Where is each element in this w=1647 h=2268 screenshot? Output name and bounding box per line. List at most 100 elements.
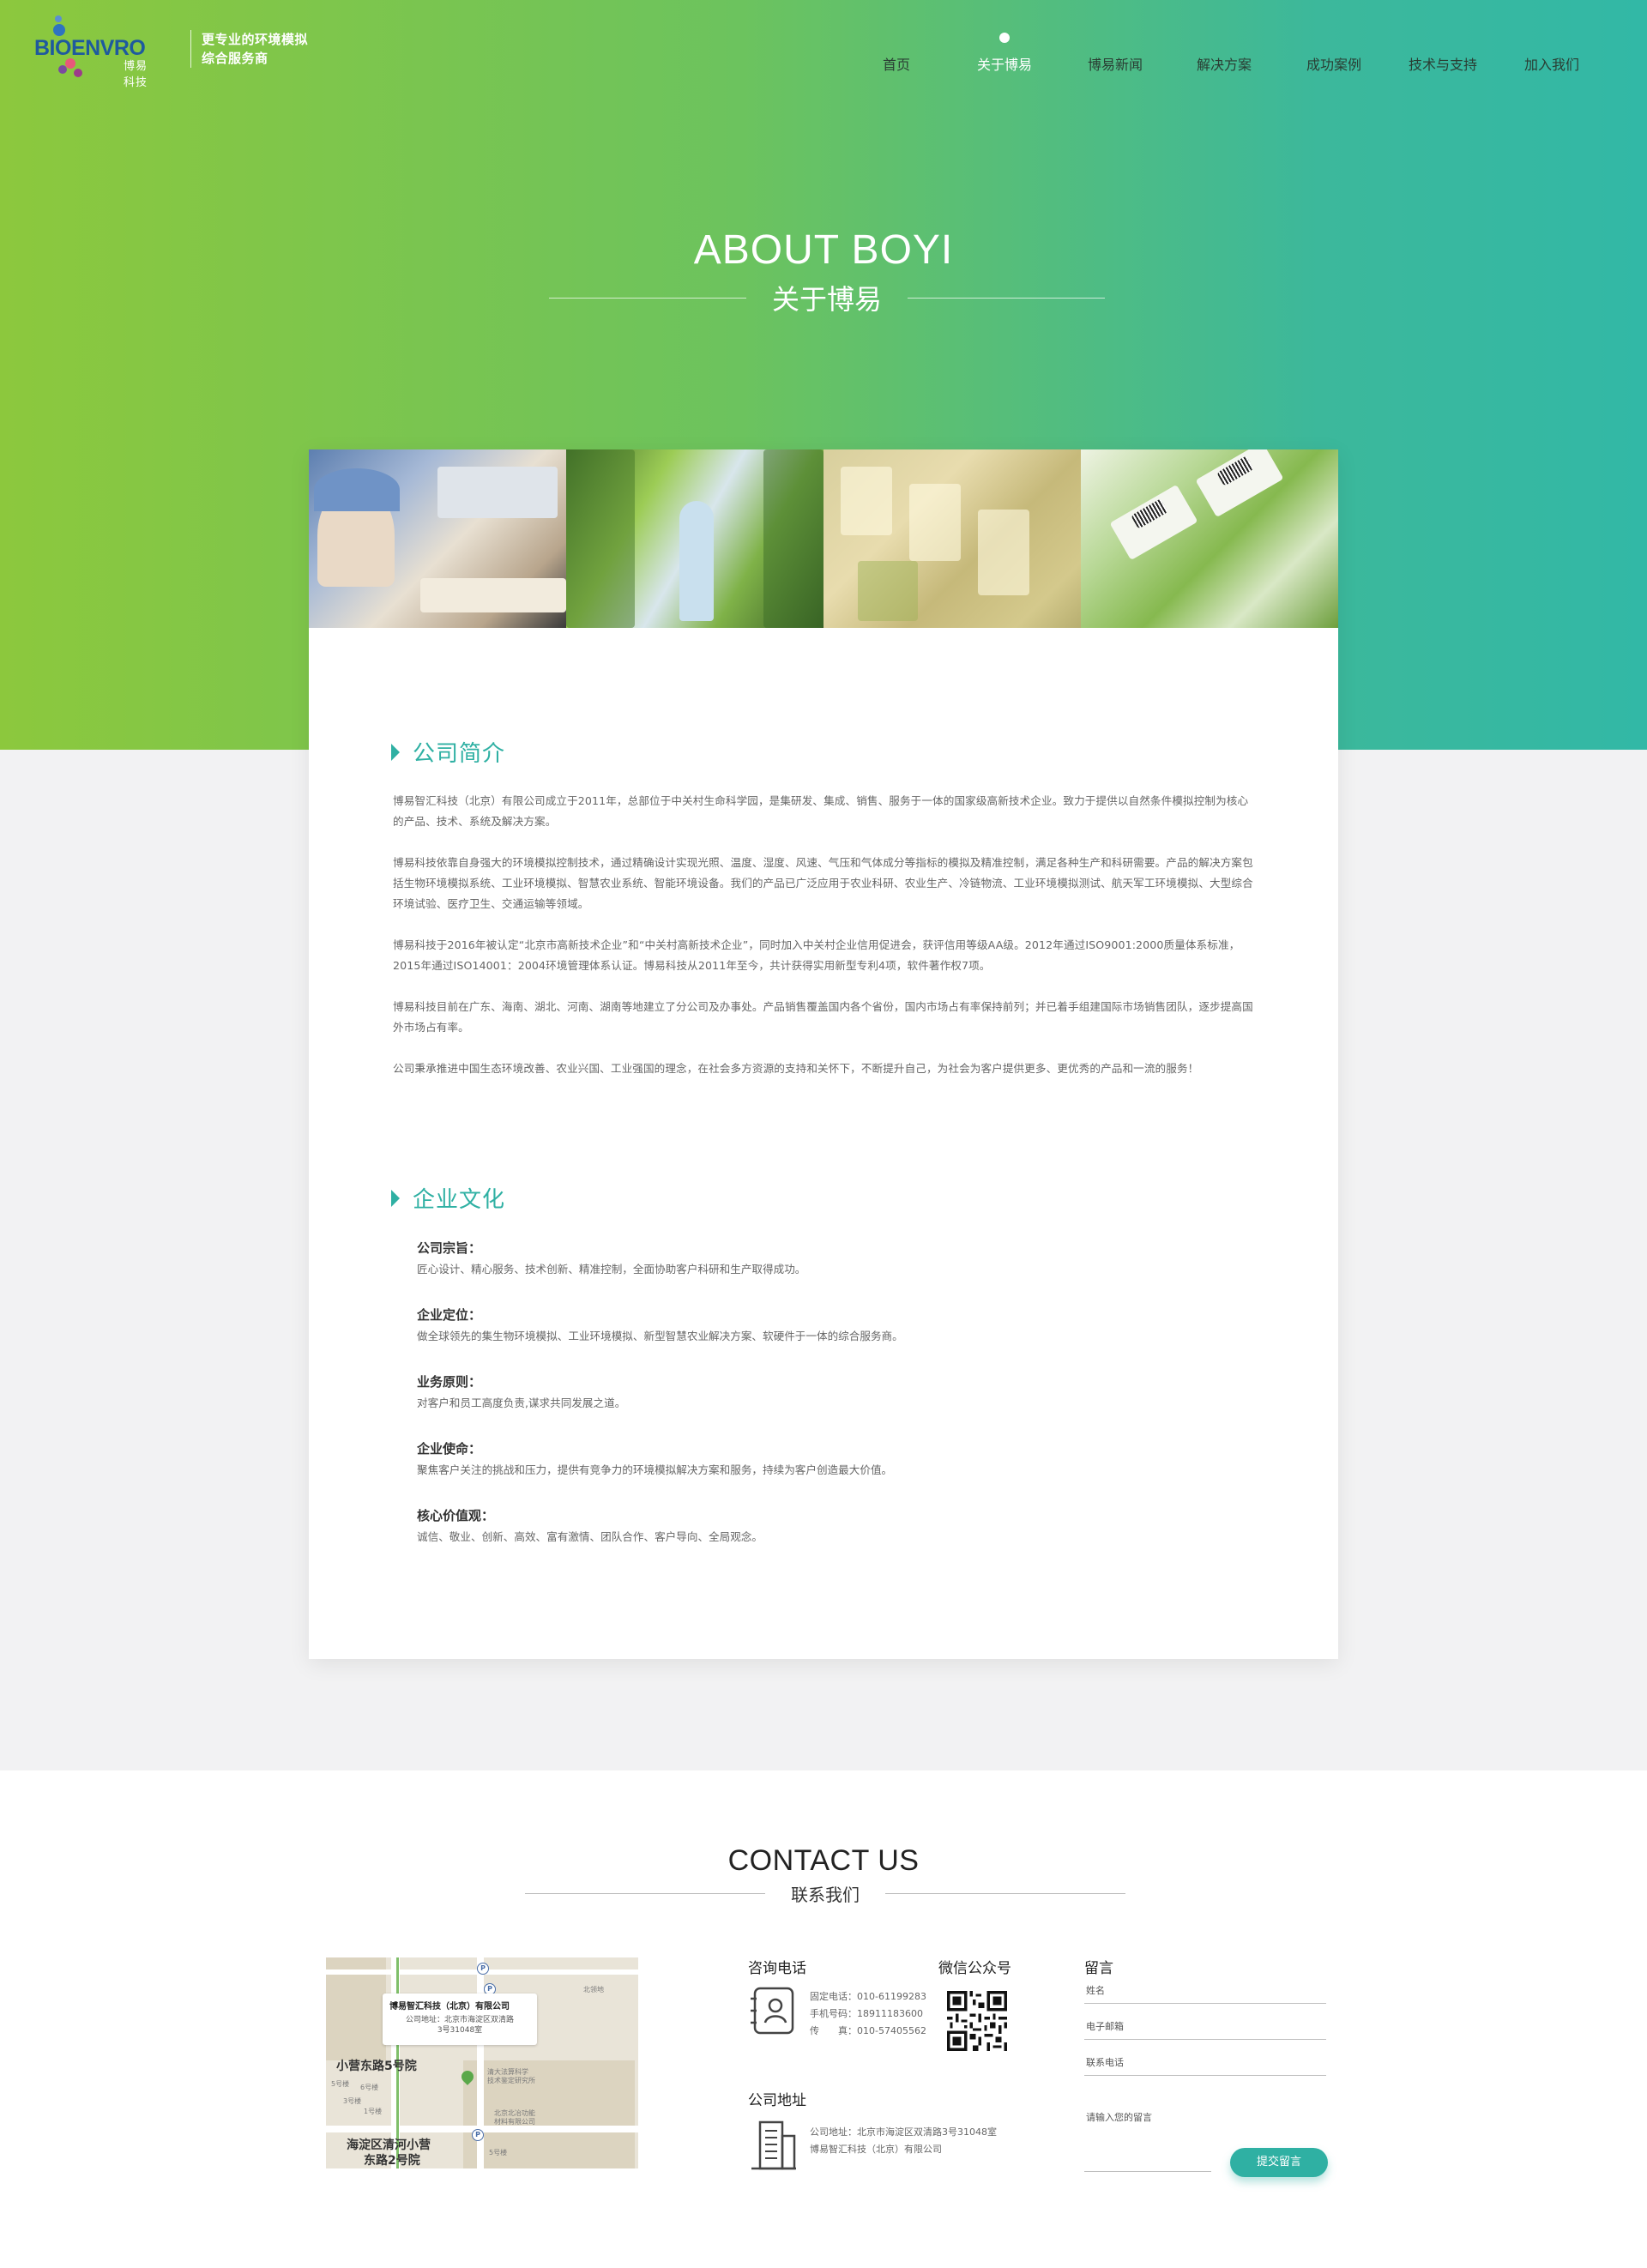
map-popup-address: 3号31048室 xyxy=(437,2026,483,2035)
nav-item-solutions[interactable]: 解决方案 xyxy=(1197,53,1252,74)
wechat-title: 微信公众号 xyxy=(938,1960,1011,1977)
culture-item-title: 核心价值观： xyxy=(417,1508,495,1523)
about-content-card: 公司简介 博易智汇科技（北京）有限公司成立于2011年，总部位于中关村生命科学园… xyxy=(309,449,1338,1659)
intro-paragraph: 博易科技依靠自身强大的环境模拟控制技术，通过精确设计实现光照、温度、湿度、风速、… xyxy=(393,856,1253,910)
field-label: 联系电话 xyxy=(1086,2057,1124,2068)
page-subtitle: 关于博易 xyxy=(772,283,883,316)
culture-item: 企业定位： 做全球领先的集生物环境模拟、工业环境模拟、新型智慧农业解决方案、软硬… xyxy=(417,1306,1223,1345)
contact-section: CONTACT US 联系我们 P P P 北领地 博易智汇科技（北京）有限公司… xyxy=(0,1770,1647,2268)
greenhouse-photo xyxy=(566,449,824,628)
email-field[interactable]: 电子邮箱 xyxy=(1084,2004,1326,2040)
parking-icon: P xyxy=(472,2129,484,2141)
mobile-number: 手机号码：18911183600 xyxy=(810,2008,923,2019)
name-field[interactable]: 姓名 xyxy=(1084,1968,1326,2004)
map-popup: 博易智汇科技（北京）有限公司 公司地址：北京市海淀区双清路 3号31048室 xyxy=(383,1994,537,2045)
nav-item-join[interactable]: 加入我们 xyxy=(1524,53,1579,74)
address-title: 公司地址 xyxy=(748,2092,806,2109)
culture-item-text: 诚信、敬业、创新、高效、富有激情、团队合作、客户导向、全局观念。 xyxy=(417,1530,763,1543)
submit-message-button[interactable]: 提交留言 xyxy=(1230,2148,1328,2177)
tissue-culture-photo xyxy=(824,449,1081,628)
nav-item-support[interactable]: 技术与支持 xyxy=(1409,53,1477,74)
map-building-label: 6号楼 xyxy=(360,2084,379,2091)
divider-line xyxy=(908,297,1106,299)
field-label: 请输入您的留言 xyxy=(1086,2112,1152,2123)
building-icon xyxy=(751,2120,796,2170)
culture-heading: 企业文化 xyxy=(391,1182,505,1214)
culture-item-text: 对客户和员工高度负责,谋求共同发展之道。 xyxy=(417,1396,626,1409)
page-subtitle-row: 关于博易 xyxy=(549,276,1106,319)
nav-item-about[interactable]: 关于博易 xyxy=(977,33,1033,74)
culture-item-title: 业务原则： xyxy=(417,1374,482,1390)
map-area-label: 海淀区清河小营 xyxy=(347,2138,431,2152)
section-title: 公司简介 xyxy=(413,741,506,767)
contact-subtitle: 联系我们 xyxy=(791,1884,860,1905)
nav-item-label: 关于博易 xyxy=(977,57,1033,73)
logo-dot-icon xyxy=(55,15,62,22)
intro-paragraph: 公司秉承推进中国生态环境改善、农业兴国、工业强国的理念，在社会多方资源的支持和关… xyxy=(393,1062,1199,1075)
sample-bottles-photo xyxy=(1081,449,1338,628)
address-line: 公司地址：北京市海淀区双清路3号31048室 xyxy=(810,2126,997,2138)
wechat-qr-code-icon xyxy=(947,1990,1007,2052)
map-popup-address: 公司地址：北京市海淀区双清路 xyxy=(405,2016,514,2024)
phone-title: 咨询电话 xyxy=(748,1960,806,1977)
parking-icon: P xyxy=(477,1963,489,1975)
intro-paragraph: 博易智汇科技（北京）有限公司成立于2011年，总部位于中关村生命科学园，是集研发… xyxy=(393,794,1249,828)
nav-item-home[interactable]: 首页 xyxy=(883,53,910,74)
culture-item-text: 匠心设计、精心服务、技术创新、精准控制，全面协助客户科研和生产取得成功。 xyxy=(417,1263,806,1276)
active-indicator-icon xyxy=(999,33,1010,43)
slogan-line: 更专业的环境模拟 xyxy=(202,32,309,47)
field-label: 姓名 xyxy=(1086,1985,1105,1996)
divider-line xyxy=(525,1892,765,1894)
map-poi-label: 北领地 xyxy=(583,1986,604,1994)
caret-right-icon xyxy=(391,743,400,761)
divider-line xyxy=(885,1892,1125,1894)
map-building-label: 3号楼 xyxy=(343,2097,362,2105)
map-area-label: 东路2号院 xyxy=(364,2154,420,2168)
map-building-label: 5号楼 xyxy=(489,2149,508,2156)
culture-item-text: 做全球领先的集生物环境模拟、工业环境模拟、新型智慧农业解决方案、软硬件于一体的综… xyxy=(417,1330,903,1342)
intro-heading: 公司简介 xyxy=(391,736,505,768)
map-building-label: 1号楼 xyxy=(364,2108,383,2115)
culture-item-text: 聚焦客户关注的挑战和压力，提供有竞争力的环境模拟解决方案和服务，持续为客户创造最… xyxy=(417,1463,893,1476)
nav-item-news[interactable]: 博易新闻 xyxy=(1088,53,1143,74)
culture-item-title: 企业使命： xyxy=(417,1441,482,1457)
photo-strip xyxy=(309,449,1338,628)
contact-card-icon xyxy=(751,1987,794,2035)
map-poi-label: 材料有限公司 xyxy=(494,2118,535,2126)
main-nav: 首页 关于博易 博易新闻 解决方案 成功案例 技术与支持 加入我们 xyxy=(0,33,1647,79)
section-title: 企业文化 xyxy=(413,1187,506,1213)
phone-info: 固定电话：010-61199283 手机号码：18911183600 传 真：0… xyxy=(810,1988,926,2040)
address-info: 公司地址：北京市海淀区双清路3号31048室 博易智汇科技（北京）有限公司 xyxy=(810,2124,997,2158)
contact-subtitle-row: 联系我们 xyxy=(525,1880,1125,1906)
culture-item: 业务原则： 对客户和员工高度负责,谋求共同发展之道。 xyxy=(417,1372,1223,1412)
map-building-label: 5号楼 xyxy=(331,2080,350,2088)
location-map[interactable]: P P P 北领地 博易智汇科技（北京）有限公司 公司地址：北京市海淀区双清路 … xyxy=(326,1957,638,2168)
map-popup-title: 博易智汇科技（北京）有限公司 xyxy=(389,2002,510,2012)
map-area-label: 小营东路5号院 xyxy=(336,2060,417,2073)
field-label: 电子邮箱 xyxy=(1086,2021,1124,2032)
page-title: ABOUT BOYI xyxy=(693,227,954,273)
culture-item-title: 公司宗旨： xyxy=(417,1240,482,1256)
divider-line xyxy=(549,297,746,299)
company-intro: 博易智汇科技（北京）有限公司成立于2011年，总部位于中关村生命科学园，是集研发… xyxy=(393,791,1254,1100)
intro-paragraph: 博易科技于2016年被认定“北京市高新技术企业”和“中关村高新技术企业”，同时加… xyxy=(393,938,1240,972)
map-poi-label: 技术鉴定研究所 xyxy=(487,2077,535,2084)
message-underline xyxy=(1084,2171,1211,2172)
fax-number: 传 真：010-57405562 xyxy=(810,2025,926,2036)
message-field[interactable]: 请输入您的留言 xyxy=(1084,2076,1326,2148)
culture-item: 企业使命： 聚焦客户关注的挑战和压力，提供有竞争力的环境模拟解决方案和服务，持续… xyxy=(417,1439,1223,1479)
nav-item-cases[interactable]: 成功案例 xyxy=(1306,53,1361,74)
message-form: 姓名 电子邮箱 联系电话 请输入您的留言 xyxy=(1084,1968,1326,2148)
company-name-line: 博易智汇科技（北京）有限公司 xyxy=(810,2144,942,2155)
culture-item: 核心价值观： 诚信、敬业、创新、高效、富有激情、团队合作、客户导向、全局观念。 xyxy=(417,1506,1223,1546)
lab-worker-photo xyxy=(309,449,566,628)
culture-item-title: 企业定位： xyxy=(417,1307,482,1323)
culture-item: 公司宗旨： 匠心设计、精心服务、技术创新、精准控制，全面协助客户科研和生产取得成… xyxy=(417,1239,1223,1278)
contact-title: CONTACT US xyxy=(727,1844,920,1877)
landline-number: 固定电话：010-61199283 xyxy=(810,1991,926,2002)
phone-field[interactable]: 联系电话 xyxy=(1084,2040,1326,2076)
caret-right-icon xyxy=(391,1189,400,1207)
corporate-culture: 公司宗旨： 匠心设计、精心服务、技术创新、精准控制，全面协助客户科研和生产取得成… xyxy=(417,1239,1223,1573)
intro-paragraph: 博易科技目前在广东、海南、湖北、河南、湖南等地建立了分公司及办事处。产品销售覆盖… xyxy=(393,1000,1253,1034)
logo-dot-icon xyxy=(53,24,65,36)
